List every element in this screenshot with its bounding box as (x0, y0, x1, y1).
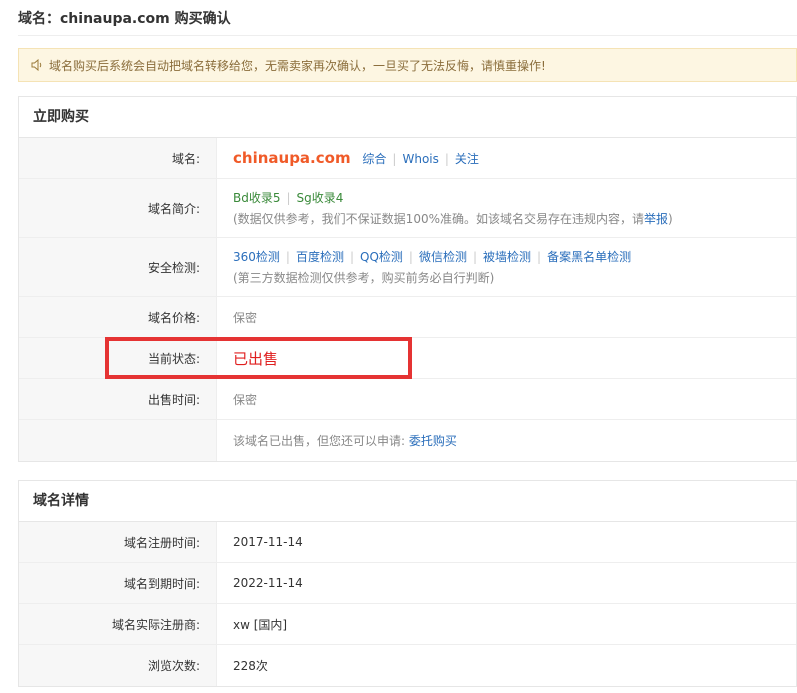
overview-link[interactable]: 综合 (362, 152, 386, 166)
detail-panel: 域名详情 域名注册时间: 2017-11-14 域名到期时间: 2022-11-… (18, 480, 797, 687)
register-date-label: 域名注册时间: (19, 522, 217, 562)
status-value: 已出售 (233, 349, 279, 368)
detail-panel-heading: 域名详情 (19, 481, 796, 522)
intro-note: (数据仅供参考，我们不保证数据100%准确。如该域名交易存在违规内容，请 (233, 212, 644, 226)
separator: | (444, 152, 449, 166)
check-blocked-link[interactable]: 被墙检测 (483, 250, 531, 264)
price-label: 域名价格: (19, 297, 217, 337)
check-blacklist-link[interactable]: 备案黑名单检测 (547, 250, 631, 264)
check-360-link[interactable]: 360检测 (233, 250, 280, 264)
domain-label: 域名: (19, 138, 217, 178)
intro-label: 域名简介: (19, 179, 217, 237)
domain-row: 域名: chinaupa.com 综合 | Whois | 关注 (19, 138, 796, 179)
speaker-icon (31, 59, 42, 71)
buy-panel-heading: 立即购买 (19, 97, 796, 138)
security-label: 安全检测: (19, 238, 217, 296)
separator: | (408, 250, 413, 264)
intro-note-end: ) (668, 212, 673, 226)
sold-time-row: 出售时间: 保密 (19, 379, 796, 420)
domain-name[interactable]: chinaupa.com (233, 149, 351, 167)
bd-index-count: Bd收录5 (233, 191, 281, 205)
sold-time-value: 保密 (233, 392, 258, 407)
buy-panel: 立即购买 域名: chinaupa.com 综合 | Whois | 关注 域名简介: … (18, 96, 797, 462)
separator: | (472, 250, 478, 264)
title-divider (18, 35, 797, 36)
purchase-notice: 域名购买后系统会自动把域名转移给您，无需卖家再次确认，一旦买了无法反悔，请慎重操… (18, 48, 797, 82)
registrar-label: 域名实际注册商: (19, 604, 217, 644)
views-label: 浏览次数: (19, 645, 217, 686)
intro-row: 域名简介: Bd收录5 | Sg收录4 (数据仅供参考，我们不保证数据100%准确。… (19, 179, 796, 238)
entrust-text: 该域名已出售，但您还可以申请: (233, 434, 406, 448)
detail-row: 域名到期时间: 2022-11-14 (19, 563, 796, 604)
check-baidu-link[interactable]: 百度检测 (296, 250, 344, 264)
page-title: 域名：chinaupa.com 购买确认 (18, 11, 231, 27)
detail-row: 域名实际注册商: xw [国内] (19, 604, 796, 645)
security-row: 安全检测: 360检测 | 百度检测 | QQ检测 | 微信检测 | 被墙检测 | 备案黑名单检测 … (19, 238, 796, 297)
price-row: 域名价格: 保密 (19, 297, 796, 338)
check-qq-link[interactable]: QQ检测 (360, 250, 403, 264)
notice-text: 域名购买后系统会自动把域名转移给您，无需卖家再次确认，一旦买了无法反悔，请慎重操… (49, 58, 546, 73)
sg-index-count: Sg收录4 (296, 191, 344, 205)
expire-date-label: 域名到期时间: (19, 563, 217, 603)
entrust-label-empty (19, 420, 217, 461)
follow-link[interactable]: 关注 (455, 152, 479, 166)
separator: | (285, 250, 290, 264)
security-note: (第三方数据检测仅供参考，购买前务必自行判断) (233, 271, 495, 285)
separator: | (392, 152, 397, 166)
register-date-value: 2017-11-14 (233, 535, 303, 549)
detail-row: 浏览次数: 228次 (19, 645, 796, 686)
status-label: 当前状态: (19, 338, 217, 378)
views-value: 228次 (233, 659, 268, 673)
separator: | (286, 191, 291, 205)
sold-time-label: 出售时间: (19, 379, 217, 419)
whois-link[interactable]: Whois (402, 152, 438, 166)
report-link[interactable]: 举报 (644, 212, 668, 226)
expire-date-value: 2022-11-14 (233, 576, 303, 590)
separator: | (349, 250, 355, 264)
detail-row: 域名注册时间: 2017-11-14 (19, 522, 796, 563)
entrust-row: 该域名已出售，但您还可以申请: 委托购买 (19, 420, 796, 461)
separator: | (537, 250, 542, 264)
check-wechat-link[interactable]: 微信检测 (419, 250, 467, 264)
status-row: 当前状态: 已出售 (19, 338, 796, 379)
price-value: 保密 (233, 310, 258, 325)
registrar-value: xw [国内] (233, 617, 288, 632)
entrust-buy-link[interactable]: 委托购买 (409, 434, 457, 448)
